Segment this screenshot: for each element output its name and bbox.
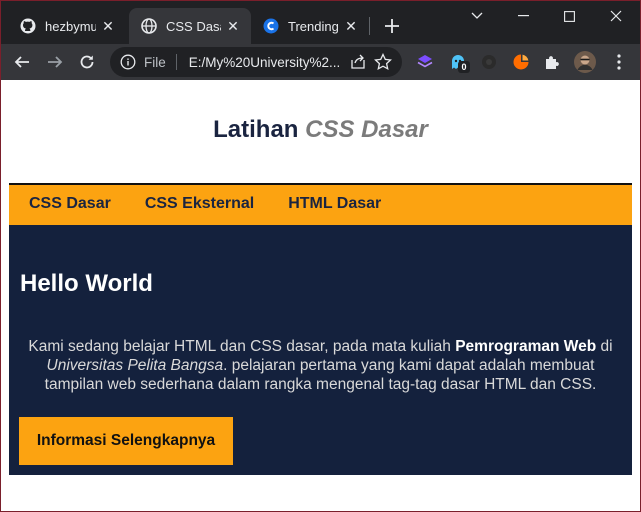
more-info-button[interactable]: Informasi Selengkapnya <box>19 417 233 465</box>
tab-close-icon[interactable]: ✕ <box>100 18 116 34</box>
maximize-button[interactable] <box>546 0 592 32</box>
tab-title: CSS Dasar <box>166 18 221 34</box>
tab-close-icon[interactable]: ✕ <box>343 18 359 34</box>
tab-separator <box>369 17 370 35</box>
nav-link-css-eksternal[interactable]: CSS Eksternal <box>128 195 271 213</box>
hero-paragraph: Kami sedang belajar HTML dan CSS dasar, … <box>17 337 624 394</box>
scheme-label: File <box>144 54 166 70</box>
share-icon[interactable] <box>350 54 366 70</box>
nav-link-css-dasar[interactable]: CSS Dasar <box>9 195 128 213</box>
extension-badge: 0 <box>458 61 470 73</box>
more-menu-button[interactable] <box>605 48 633 76</box>
minimize-icon <box>517 15 529 17</box>
bookmark-star-icon[interactable] <box>374 52 392 71</box>
address-bar[interactable]: File E:/My%20University%2... <box>110 47 402 77</box>
close-icon <box>610 10 622 22</box>
forward-arrow-icon <box>48 56 63 68</box>
kebab-menu-icon <box>617 54 621 70</box>
reload-button[interactable] <box>73 48 101 76</box>
forward-button[interactable] <box>41 48 69 76</box>
globe-icon <box>141 18 157 34</box>
colorful-extension-icon[interactable] <box>512 53 530 71</box>
tab-trending[interactable]: Trending C ✕ <box>251 8 369 44</box>
back-arrow-icon <box>14 56 29 68</box>
tab-strip: hezbymuh ✕ CSS Dasar ✕ Trending C ✕ <box>0 0 641 44</box>
course-name: Pemrograman Web <box>455 338 597 355</box>
ghost-extension-icon[interactable]: 0 <box>449 53 470 73</box>
new-tab-button[interactable] <box>380 14 404 38</box>
omnibox-separator <box>175 54 177 70</box>
profile-avatar[interactable] <box>574 51 596 73</box>
minimize-button[interactable] <box>500 0 546 32</box>
tab-github[interactable]: hezbymuh ✕ <box>8 8 126 44</box>
hero-text-part: Kami sedang belajar HTML dan CSS dasar, … <box>28 338 456 355</box>
site-title-accent: CSS Dasar <box>305 116 428 143</box>
web-page: Latihan CSS Dasar CSS Dasar CSS Eksterna… <box>1 80 640 511</box>
back-button[interactable] <box>8 48 36 76</box>
reload-icon <box>80 55 94 69</box>
tab-title: hezbymuh <box>45 18 96 34</box>
info-icon[interactable] <box>120 54 136 70</box>
coding-site-icon <box>263 18 279 34</box>
hero-section: Hello World Kami sedang belajar HTML dan… <box>9 223 632 475</box>
url-text[interactable]: E:/My%20University%2... <box>189 55 349 70</box>
tab-search-button[interactable] <box>454 0 500 32</box>
hero-text-part: di <box>596 338 613 355</box>
puzzle-extensions-icon[interactable] <box>543 53 561 71</box>
github-icon <box>20 18 36 34</box>
close-window-button[interactable] <box>593 0 639 32</box>
hero-heading: Hello World <box>20 270 153 297</box>
site-title-plain: Latihan <box>213 116 299 143</box>
site-nav: CSS Dasar CSS Eksternal HTML Dasar <box>9 183 632 223</box>
site-title: Latihan CSS Dasar <box>1 116 640 144</box>
tab-title: Trending C <box>288 18 339 34</box>
maximize-icon <box>563 10 575 22</box>
chevron-down-icon <box>471 12 483 19</box>
browser-toolbar: File E:/My%20University%2... 0 <box>0 44 641 80</box>
university-name: Universitas Pelita Bangsa <box>46 357 224 374</box>
plus-icon <box>385 19 399 33</box>
tab-css-dasar[interactable]: CSS Dasar ✕ <box>129 8 251 44</box>
dark-extension-icon[interactable] <box>480 53 498 71</box>
nav-link-html-dasar[interactable]: HTML Dasar <box>271 195 398 213</box>
tab-close-icon[interactable]: ✕ <box>225 18 241 34</box>
layers-extension-icon[interactable] <box>416 53 434 71</box>
